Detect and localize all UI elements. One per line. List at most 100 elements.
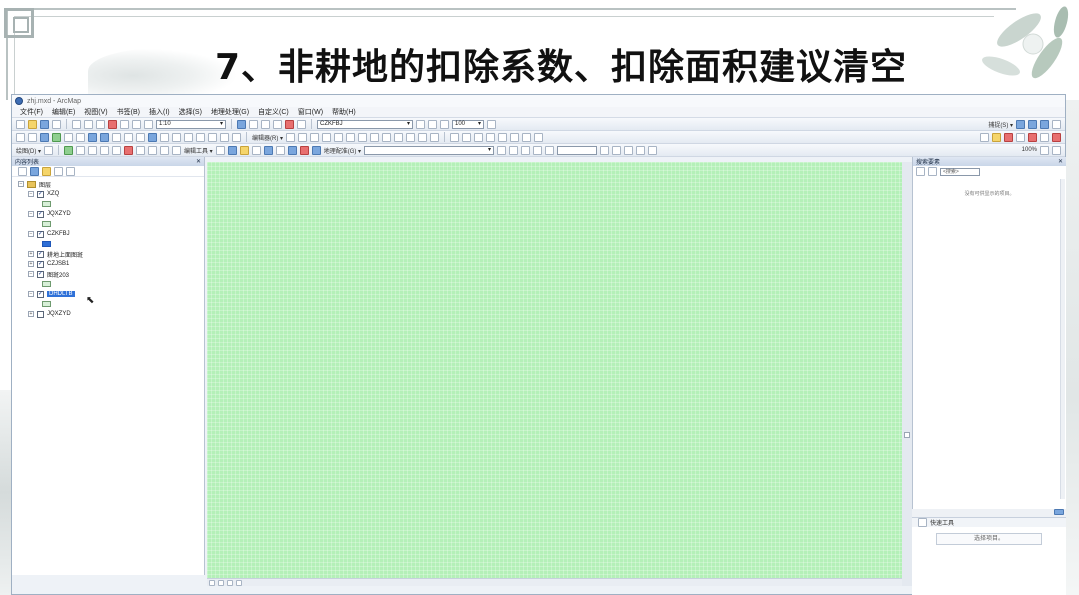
panel-splitter[interactable] [902,162,912,586]
georef-tool-icon[interactable] [533,145,543,155]
collapse-icon[interactable]: − [28,231,34,237]
search-forward-icon[interactable] [928,167,937,176]
polygon-symbol-icon[interactable] [42,281,51,287]
edit-tool-icon[interactable] [430,132,440,142]
georef-tool-icon[interactable] [648,145,658,155]
hyperlink-icon[interactable] [160,132,169,142]
draw-tool-icon[interactable] [522,132,532,142]
layer-visibility-checkbox[interactable] [37,310,44,318]
polygon-symbol-icon[interactable] [42,201,51,207]
layer-item[interactable]: − ✓ 图斑203 [12,269,204,279]
edit-tool-icon[interactable] [310,132,320,142]
toc-options-icon[interactable] [66,166,75,176]
copy-icon[interactable] [84,119,93,129]
topology-icon[interactable] [1040,132,1049,142]
delete-icon[interactable] [108,119,117,129]
menu-insert[interactable]: 插入(I) [149,107,170,117]
edit-tool-icon[interactable] [322,132,332,142]
edit-tool-icon[interactable] [298,132,308,142]
layer-visibility-checkbox[interactable]: ✓ [37,210,44,218]
add-data-icon[interactable] [144,119,153,129]
editor-menu[interactable]: 编辑器(R) ▾ [252,133,283,142]
edit-tool-icon[interactable] [286,132,296,142]
expand-icon[interactable]: + [28,311,34,317]
zoom-combo[interactable]: 100 ▾ [452,119,484,129]
search-window-icon[interactable] [273,119,282,129]
topology-icon[interactable] [992,132,1001,142]
pause-drawing-icon[interactable] [236,579,242,586]
edit-tool-icon[interactable] [370,132,380,142]
close-icon[interactable]: ✕ [1058,158,1063,165]
draw-tool-icon[interactable] [510,132,520,142]
georef-tool-icon[interactable] [509,145,519,155]
edit-vertex-icon[interactable] [263,145,273,155]
back-extent-icon[interactable] [88,132,97,142]
arctoolbox-icon[interactable] [285,119,294,129]
expand-icon[interactable]: + [28,251,34,257]
edit-vertex-icon[interactable] [311,145,321,155]
expand-icon[interactable]: + [28,261,34,267]
edit-vertex-icon[interactable] [215,145,225,155]
undo-icon[interactable] [120,119,129,129]
forward-extent-icon[interactable] [100,132,109,142]
layer-tool-icon[interactable] [416,119,425,129]
draw-tool-icon[interactable] [486,132,496,142]
data-view-icon[interactable] [209,579,215,586]
collapse-icon[interactable]: − [28,211,34,217]
menu-customize[interactable]: 自定义(C) [258,107,289,117]
layer-select-combo[interactable]: CZKFBJ ▾ [317,119,413,129]
layer-visibility-checkbox[interactable]: ✓ [37,260,44,268]
table-of-contents-icon[interactable] [249,119,258,129]
fixed-zoom-out-icon[interactable] [76,132,85,142]
edit-vertex-icon[interactable] [251,145,261,155]
font-size-combo[interactable] [557,145,598,155]
polygon-symbol-icon[interactable] [42,221,51,227]
new-document-icon[interactable] [16,119,25,129]
layout-tool-icon[interactable] [112,145,122,155]
layer-visibility-checkbox[interactable]: ✓ [37,190,44,198]
fixed-zoom-in-icon[interactable] [64,132,73,142]
list-by-selection-icon[interactable] [54,166,63,176]
draw-tool-icon[interactable] [450,132,460,142]
paste-icon[interactable] [96,119,105,129]
layout-tool-icon[interactable] [76,145,86,155]
menu-bookmarks[interactable]: 书签(B) [117,107,140,117]
edit-vertex-icon[interactable] [239,145,249,155]
search-scrollbar[interactable] [1060,179,1065,499]
refresh-icon[interactable] [227,579,233,586]
print-icon[interactable] [52,119,61,129]
layer-group-root[interactable]: − 图层 [12,179,204,189]
draw-tool-icon[interactable] [534,132,544,142]
catalog-icon[interactable] [261,119,270,129]
layout-view-icon[interactable] [218,579,224,586]
find-icon[interactable] [196,132,205,142]
find-route-icon[interactable] [208,132,217,142]
edit-vertex-icon[interactable] [275,145,285,155]
georeferencing-menu[interactable]: 地理配准(G) ▾ [324,146,361,155]
edit-tool-icon[interactable] [406,132,416,142]
menu-file[interactable]: 文件(F) [20,107,43,117]
layer-tool-icon[interactable] [487,119,496,129]
select-features-icon[interactable] [112,132,121,142]
layout-tool-icon[interactable] [100,145,110,155]
layer-visibility-checkbox[interactable]: ✓ [37,250,44,258]
layer-item[interactable]: − ✓ JQXZYD [12,209,204,219]
snap-point-icon[interactable] [1016,119,1025,129]
layout-tool-icon[interactable] [148,145,158,155]
scroll-bottom-icon[interactable] [1054,509,1064,515]
layout-zoom-icon[interactable] [1040,145,1049,155]
edit-vertex-icon[interactable] [287,145,297,155]
edit-tool-icon[interactable] [358,132,368,142]
layer-item[interactable]: + ✓ CZJSB1 [12,259,204,269]
time-slider-icon[interactable] [232,132,241,142]
draw-tool-icon[interactable] [498,132,508,142]
menu-view[interactable]: 视图(V) [84,107,107,117]
full-extent-icon[interactable] [52,132,61,142]
zoom-out-icon[interactable] [28,132,37,142]
topology-icon[interactable] [1052,132,1061,142]
go-to-xy-icon[interactable] [220,132,229,142]
layout-tool-icon[interactable] [160,145,170,155]
map-display[interactable] [207,162,902,578]
layout-zoom-icon[interactable] [1052,145,1061,155]
scale-combo[interactable]: 1:10 ▾ [156,119,226,129]
